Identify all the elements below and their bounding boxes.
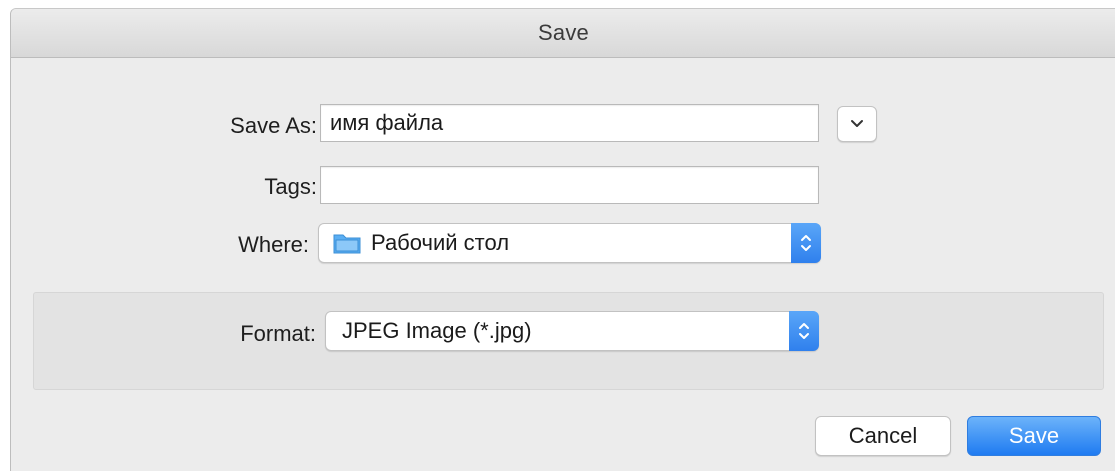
tags-field[interactable] xyxy=(320,166,819,204)
save-button[interactable]: Save xyxy=(967,416,1101,456)
expand-dialog-button[interactable] xyxy=(837,106,877,142)
format-value: JPEG Image (*.jpg) xyxy=(342,318,532,343)
format-label: Format: xyxy=(240,321,316,346)
chevron-down-icon xyxy=(851,120,863,127)
up-down-arrows-icon xyxy=(799,323,809,339)
format-stepper[interactable] xyxy=(789,311,819,351)
format-popup[interactable]: JPEG Image (*.jpg) xyxy=(325,311,819,351)
where-label: Where: xyxy=(238,232,309,257)
where-value: Рабочий стол xyxy=(371,230,510,255)
dialog-title: Save xyxy=(538,20,589,45)
up-down-arrows-icon xyxy=(801,235,811,251)
title-bar: Save xyxy=(11,9,1115,58)
save-as-label: Save As: xyxy=(230,113,317,138)
folder-icon xyxy=(333,234,361,254)
tags-label: Tags: xyxy=(264,174,317,199)
where-stepper[interactable] xyxy=(791,223,821,263)
save-dialog: Save Save As: Tags: Where: Рабочий стол … xyxy=(10,8,1115,471)
cancel-button[interactable]: Cancel xyxy=(815,416,951,456)
where-popup[interactable]: Рабочий стол xyxy=(318,223,821,263)
save-as-field[interactable] xyxy=(320,104,819,142)
